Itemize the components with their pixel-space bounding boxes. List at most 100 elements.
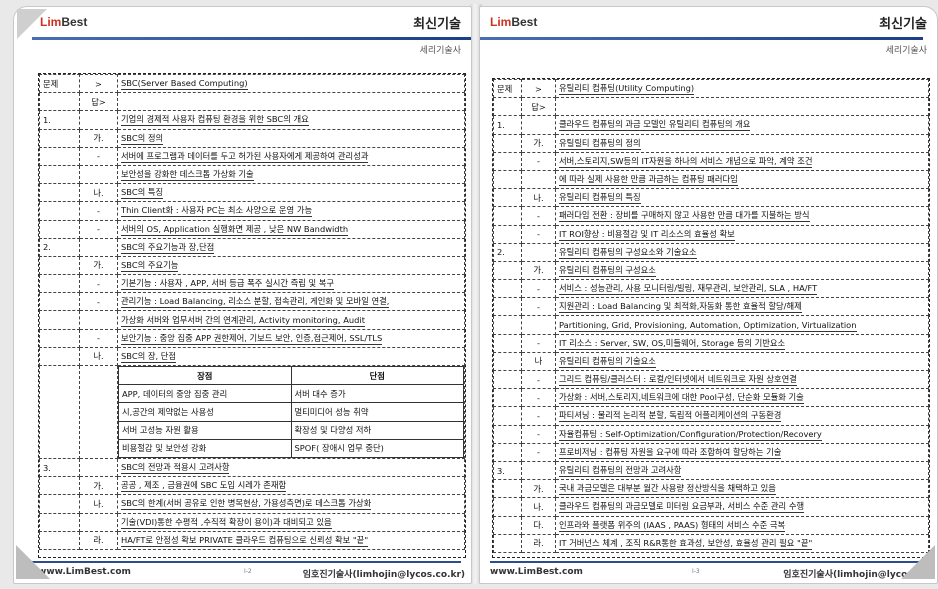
row-text: 파티셔닝 : 물리적 논리적 분할, 독립적 어플리케이션의 구동환경 — [559, 410, 782, 423]
table-row: 가. 유틸리티 컴퓨팅의 구성요소 — [493, 260, 929, 281]
row-text: 인프라와 플랫폼 위주의 (IAAS , PAAS) 형태의 서비스 수준 극복 — [559, 519, 786, 532]
table-row: - 지원관리 : Load Balancing 및 최적화,자동화 통한 효율적 … — [493, 297, 929, 317]
row-number — [493, 297, 522, 317]
row-marker — [521, 315, 556, 335]
row-marker: - — [521, 206, 556, 226]
row-content: 서버에 프로그램과 데이터를 두고 허가된 사용자에게 제공하여 관리성과 — [117, 146, 465, 166]
pro-item: APP, 데이터의 중앙 집중 관리 — [118, 384, 292, 404]
row-text: HA/FT로 안정성 확보 PRIVATE 클라우드 컴퓨팅으로 신뢰성 확보 … — [121, 534, 369, 547]
row-text: 유틸리티 컴퓨팅의 구성요소 — [559, 264, 656, 277]
row-content: SBC의 한계(서버 공유로 인한 병목현상, 가용성측면)로 데스크톱 가상화 — [117, 494, 465, 514]
row-marker: - — [79, 274, 118, 294]
row-marker: - — [521, 424, 556, 444]
row-marker — [79, 457, 118, 478]
row-number: 1. — [39, 110, 80, 130]
row-marker: - — [521, 369, 556, 390]
footer-rule — [24, 561, 461, 563]
table-row: 라. IT 거버넌스 체계 , 조직 R&R통한 효과성, 보안성, 효율성 관리… — [493, 533, 929, 553]
row-number — [39, 512, 80, 532]
row-text: 기업의 경제적 사용자 컴퓨팅 환경을 위한 SBC의 개요 — [121, 114, 309, 127]
page-curl-bottom-right — [901, 545, 935, 579]
table-row: 가상화 서버와 업무서버 간의 연계관리, Activity monitorin… — [39, 310, 465, 330]
table-row: - 프로비저닝 : 컴퓨팅 자원을 요구에 따라 조합하여 할당하는 기술 — [493, 442, 929, 462]
table-row: 문제 > 유틸리티 컴퓨팅(Utility Computing) — [493, 79, 929, 99]
row-marker: 나. — [521, 497, 556, 517]
table-row: 나 유틸리티 컴퓨팅의 기술요소 — [493, 351, 929, 372]
row-number — [493, 351, 522, 372]
row-content: 기술(VDI)통한 수평적 ,수직적 확장이 용이)과 대비되고 있음 — [117, 512, 465, 532]
table-row: - IT 리소스 : Server, SW, OS,미들웨어, Storage 등… — [493, 333, 929, 353]
table-row: - 서버의 OS, Application 실행화면 제공 , 낮은 NW Ban… — [39, 219, 465, 239]
row-text: 유틸리티 컴퓨팅의 기술요소 — [559, 355, 656, 368]
row-content: 기업의 경제적 사용자 컴퓨팅 환경을 위한 SBC의 개요 — [117, 110, 465, 130]
row-text: 클라우드 컴퓨팅의 과금 모델인 유틸리티 컴퓨팅의 개요 — [559, 119, 751, 132]
pros-header: 장점 — [118, 366, 292, 386]
row-text: 서버,스토리지,SW등의 IT자원을 하나의 서비스 개념으로 파악, 계약 조… — [559, 155, 813, 168]
pros-cons-table: 장점 단점 APP, 데이터의 중앙 집중 관리 서버 대수 증가 시,공간의 제약없는… — [118, 366, 464, 458]
table-row: - 보안기능 : 중앙 집중 APP 권한제어, 기보드 보안, 인증,접근제어,… — [39, 328, 465, 348]
table-row: 2. SBC의 주요기능과 장,단점 — [39, 237, 465, 257]
table-row: - 그리드 컴퓨팅/클러스터 : 로컬/인터넷에서 네트워크로 자원 상호연결 — [493, 369, 929, 390]
row-content: 유틸리티 컴퓨팅의 구성요소 — [555, 260, 929, 281]
left-answer-sheet: 문제 > SBC(Server Based Computing) 답> 1. 기업의 경제… — [38, 73, 466, 558]
row-text: 보안성을 강화한 데스크톱 가상화 기술 — [121, 169, 254, 182]
left-page-header: LimBest 최신기술 세리기술사 — [14, 7, 471, 56]
left-page-footer: www.LimBest.com I-2 임호진기술사(limhojin@lyco… — [14, 561, 471, 583]
cons-header: 단점 — [290, 366, 464, 386]
row-content: 유틸리티 컴퓨팅의 기술요소 — [555, 351, 929, 372]
table-row: - IT ROI향상 : 비용절감 및 IT 리소스의 효율성 확보 — [493, 224, 929, 244]
row-text: IT 리소스 : Server, SW, OS,미들웨어, Storage 등의… — [559, 337, 786, 350]
row-content: 유틸리티 컴퓨팅의 특징 — [555, 188, 929, 208]
row-number: 1. — [493, 115, 522, 135]
row-text: Thin Client화 : 사용자 PC는 최소 사양으로 운영 가능 — [121, 205, 313, 218]
table-row: 에 따라 실제 사용한 만큼 과금하는 컴퓨팅 패러다임 — [493, 169, 929, 190]
row-number — [39, 365, 80, 459]
row-content: 서버의 OS, Application 실행화면 제공 , 낮은 NW Band… — [117, 219, 465, 239]
table-row: 나. SBC의 특징 — [39, 183, 465, 203]
page-number: I-3 — [692, 568, 700, 575]
pros-cons-header: 장점 단점 — [118, 366, 464, 386]
row-number — [493, 333, 522, 353]
row-marker — [521, 115, 556, 135]
row-marker: - — [521, 279, 556, 299]
row-text: 프로비저닝 : 컴퓨팅 자원을 요구에 따라 조합하여 할당하는 기술 — [559, 446, 782, 459]
row-number: 문제 — [493, 79, 522, 99]
right-answer-table: 문제 > 유틸리티 컴퓨팅(Utility Computing) 답> 1. 클라우드 컴… — [493, 79, 929, 553]
row-marker — [79, 512, 118, 532]
row-marker: 나. — [79, 183, 118, 203]
row-content: 유틸리티 컴퓨팅(Utility Computing) — [555, 79, 929, 99]
row-content: 국내 과금모델은 대부분 월간 사용량 정산방식을 채택하고 있음 — [555, 479, 929, 499]
page-title: 최신기술 — [413, 17, 461, 32]
table-row: 2. 유틸리티 컴퓨팅의 구성요소와 기술요소 — [493, 242, 929, 262]
table-row: 나. 클라우드 컴퓨팅의 과금모델로 미터링 요금부과, 서비스 수준 관리 수행 — [493, 497, 929, 517]
table-row: - 패러다임 전환 : 장비를 구매하지 않고 사용한 만큼 대가를 지불하는 방… — [493, 206, 929, 226]
row-content: HA/FT로 안정성 확보 PRIVATE 클라우드 컴퓨팅으로 신뢰성 확보 … — [117, 530, 465, 550]
row-content: IT 리소스 : Server, SW, OS,미들웨어, Storage 등의… — [555, 333, 929, 353]
table-row: 1. 클라우드 컴퓨팅의 과금 모델인 유틸리티 컴퓨팅의 개요 — [493, 115, 929, 135]
pro-item: 서버 고성능 자원 활용 — [118, 420, 292, 440]
row-number — [493, 151, 522, 171]
row-text: 패러다임 전환 : 장비를 구매하지 않고 사용한 만큼 대가를 지불하는 방식 — [559, 210, 810, 223]
row-content — [555, 97, 929, 117]
table-row: 가. 유틸릴티 컴퓨팅의 정의 — [493, 133, 929, 153]
row-text: 에 따라 실제 사용한 만큼 과금하는 컴퓨팅 패러다임 — [559, 174, 738, 187]
left-page: LimBest 최신기술 세리기술사 문제 > SBC(Server Based C… — [13, 6, 472, 584]
row-number — [39, 219, 80, 239]
page-curl-bottom-left — [16, 545, 50, 579]
row-content: IT 거버넌스 체계 , 조직 R&R통한 효과성, 보안성, 효율성 관리 필… — [555, 533, 929, 553]
row-content: SBC의 주요기능과 장,단점 — [117, 237, 465, 257]
row-marker: - — [521, 297, 556, 317]
row-content: SBC의 장, 단점 — [117, 346, 465, 367]
row-number: 문제 — [39, 74, 80, 94]
row-content: 기본기능 : 사용자 , APP, 서버 등급 폭주 실시간 즉립 및 복구 — [117, 274, 465, 294]
row-content: Partitioning, Grid, Provisioning, Automa… — [555, 315, 929, 335]
right-page-header: LimBest 최신기술 세리기술사 — [480, 7, 937, 56]
page-title: 최신기술 — [879, 17, 927, 32]
table-row: 나. 유틸리티 컴퓨팅의 특징 — [493, 188, 929, 208]
row-number — [493, 169, 522, 190]
row-number — [39, 255, 80, 276]
row-content: SBC(Server Based Computing) — [117, 74, 465, 94]
row-text: 관리기능 : Load Balancing, 리소스 분할, 접속관리, 게인화… — [121, 296, 390, 309]
pro-item: 시,공간의 제약없는 사용성 — [118, 402, 292, 422]
row-content: 지원관리 : Load Balancing 및 최적화,자동화 통한 효율적 할… — [555, 297, 929, 317]
